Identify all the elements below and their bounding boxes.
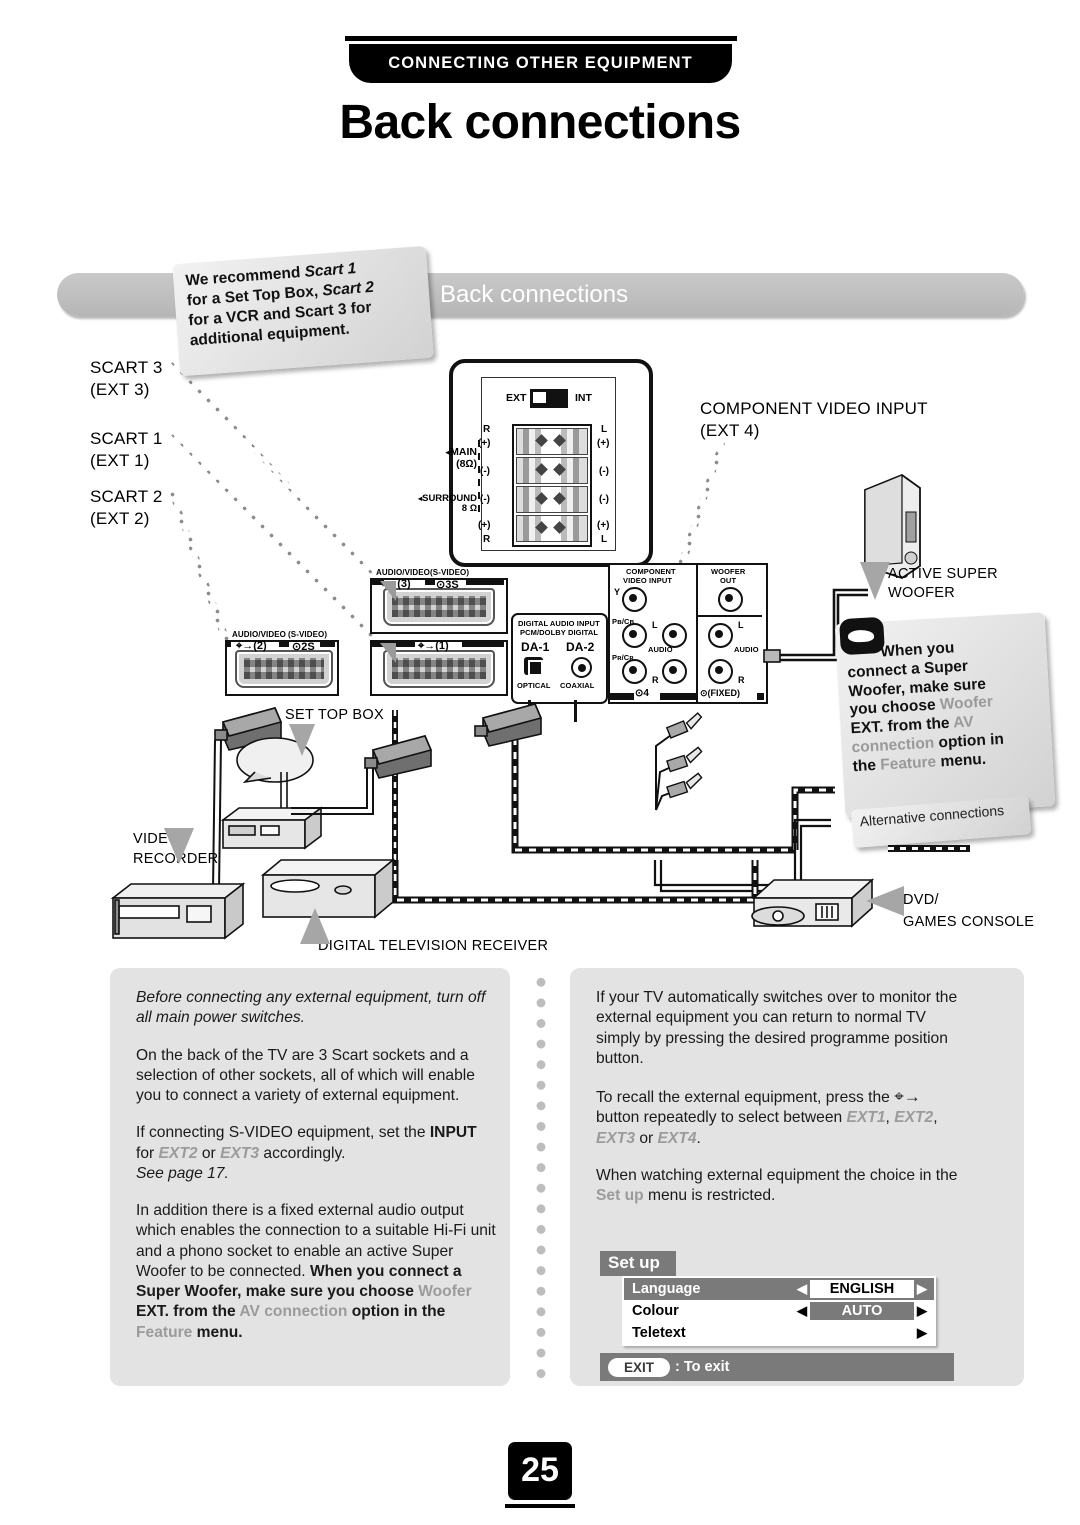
pin-left-plus-bot: (+) xyxy=(478,520,491,531)
menu-row-teletext-label: Teletext xyxy=(632,1325,686,1341)
menu-row-colour-label: Colour xyxy=(632,1303,679,1319)
setup-menu-tab: Set up xyxy=(600,1251,676,1276)
speaker-terminal-row xyxy=(516,428,588,455)
column-divider-dots xyxy=(536,972,546,1384)
colour-left-arrow-icon[interactable]: ◀ xyxy=(794,1303,810,1319)
speaker-terminal-row xyxy=(516,515,588,542)
speaker-group-bracket xyxy=(478,440,480,518)
pin-left-minus-2: (-) xyxy=(480,494,490,505)
pin-right-L-bot: L xyxy=(601,534,608,545)
speech-bubble-icon xyxy=(839,616,885,656)
page-number-rule xyxy=(505,1504,575,1508)
setup-menu-body: Language ◀ ENGLISH ▶ Colour ◀ AUTO ▶ Tel… xyxy=(622,1276,936,1346)
colour-right-arrow-icon[interactable]: ▶ xyxy=(914,1303,930,1319)
ext-recall-icon: ⌖→ xyxy=(894,1087,921,1107)
speaker-terminal-row xyxy=(516,457,588,484)
speaker-terminal-block xyxy=(512,424,592,547)
page-title: Back connections xyxy=(339,96,741,149)
language-right-arrow-icon[interactable]: ▶ xyxy=(914,1281,930,1297)
speaker-terminal-row xyxy=(516,486,588,513)
teletext-right-arrow-icon[interactable]: ▶ xyxy=(914,1325,930,1341)
pin-left-minus-1: (-) xyxy=(480,466,490,477)
pin-right-minus-2: (-) xyxy=(599,494,609,505)
callout-scart-recommendation: We recommend Scart 1 for a Set Top Box, … xyxy=(172,245,434,377)
left-p1: Before connecting any external equipment… xyxy=(136,989,486,1027)
speaker-switch-ext-label: EXT xyxy=(506,392,527,404)
pin-right-plus-bot: (+) xyxy=(597,520,610,531)
label-set-top-box: SET TOP BOX xyxy=(285,707,384,723)
diagram-bar-title: Back connections xyxy=(440,281,629,308)
left-column-text: Before connecting any external equipment… xyxy=(136,989,496,1341)
section-kicker-banner: CONNECTING OTHER EQUIPMENT xyxy=(349,44,732,83)
pin-right-minus-1: (-) xyxy=(599,466,609,477)
alternative-connections-legend-line xyxy=(888,845,970,852)
speaker-surround-label: ◂SURROUND 8 Ω xyxy=(418,493,477,515)
menu-row-language[interactable]: Language ◀ ENGLISH ▶ xyxy=(624,1278,934,1300)
header-rule xyxy=(345,36,737,41)
menu-row-teletext[interactable]: Teletext ▶ xyxy=(624,1322,934,1344)
setup-exit-bar: EXIT : To exit xyxy=(600,1353,954,1381)
speaker-switch-int-label: INT xyxy=(575,392,592,404)
teletext-value xyxy=(810,1332,914,1334)
label-component-video-input: COMPONENT VIDEO INPUT (EXT 4) xyxy=(700,399,928,440)
label-scart1: SCART 1 (EXT 1) xyxy=(90,429,163,470)
language-left-arrow-icon[interactable]: ◀ xyxy=(794,1281,810,1297)
dtr-pointer xyxy=(300,908,330,944)
label-scart2: SCART 2 (EXT 2) xyxy=(90,487,163,528)
video-recorder-pointer xyxy=(164,828,194,864)
dvd-pointer xyxy=(866,886,904,916)
label-dvd-games-console: DVD/ GAMES CONSOLE xyxy=(903,892,1035,930)
right-p1: If your TV automatically switches over t… xyxy=(596,989,958,1067)
menu-row-colour[interactable]: Colour ◀ AUTO ▶ xyxy=(624,1300,934,1322)
exit-hint-text: : To exit xyxy=(675,1359,730,1375)
menu-row-language-label: Language xyxy=(632,1281,701,1297)
pin-right-plus-top: (+) xyxy=(597,438,610,449)
speaker-ext-int-switch[interactable] xyxy=(530,389,568,408)
setup-menu: Set up Language ◀ ENGLISH ▶ Colour ◀ AUT… xyxy=(600,1251,954,1381)
page-number-badge: 25 xyxy=(508,1442,572,1500)
exit-button[interactable]: EXIT xyxy=(608,1357,670,1377)
speaker-main-label: ◂MAIN (8Ω) xyxy=(445,446,477,470)
colour-value: AUTO xyxy=(810,1302,914,1320)
right-column-text: If your TV automatically switches over t… xyxy=(596,989,958,1205)
pin-left-R-bot: R xyxy=(483,534,491,545)
label-scart3: SCART 3 (EXT 3) xyxy=(90,358,163,399)
pin-left-R-top: R xyxy=(483,424,491,435)
section-kicker-text: CONNECTING OTHER EQUIPMENT xyxy=(388,54,693,72)
label-digital-television-receiver: DIGITAL TELEVISION RECEIVER xyxy=(318,938,549,954)
language-value: ENGLISH xyxy=(810,1280,914,1298)
leader-line-component xyxy=(676,440,726,570)
set-top-box-pointer xyxy=(289,724,315,756)
left-p2: On the back of the TV are 3 Scart socket… xyxy=(136,1046,475,1105)
pin-right-L-top: L xyxy=(601,424,608,435)
